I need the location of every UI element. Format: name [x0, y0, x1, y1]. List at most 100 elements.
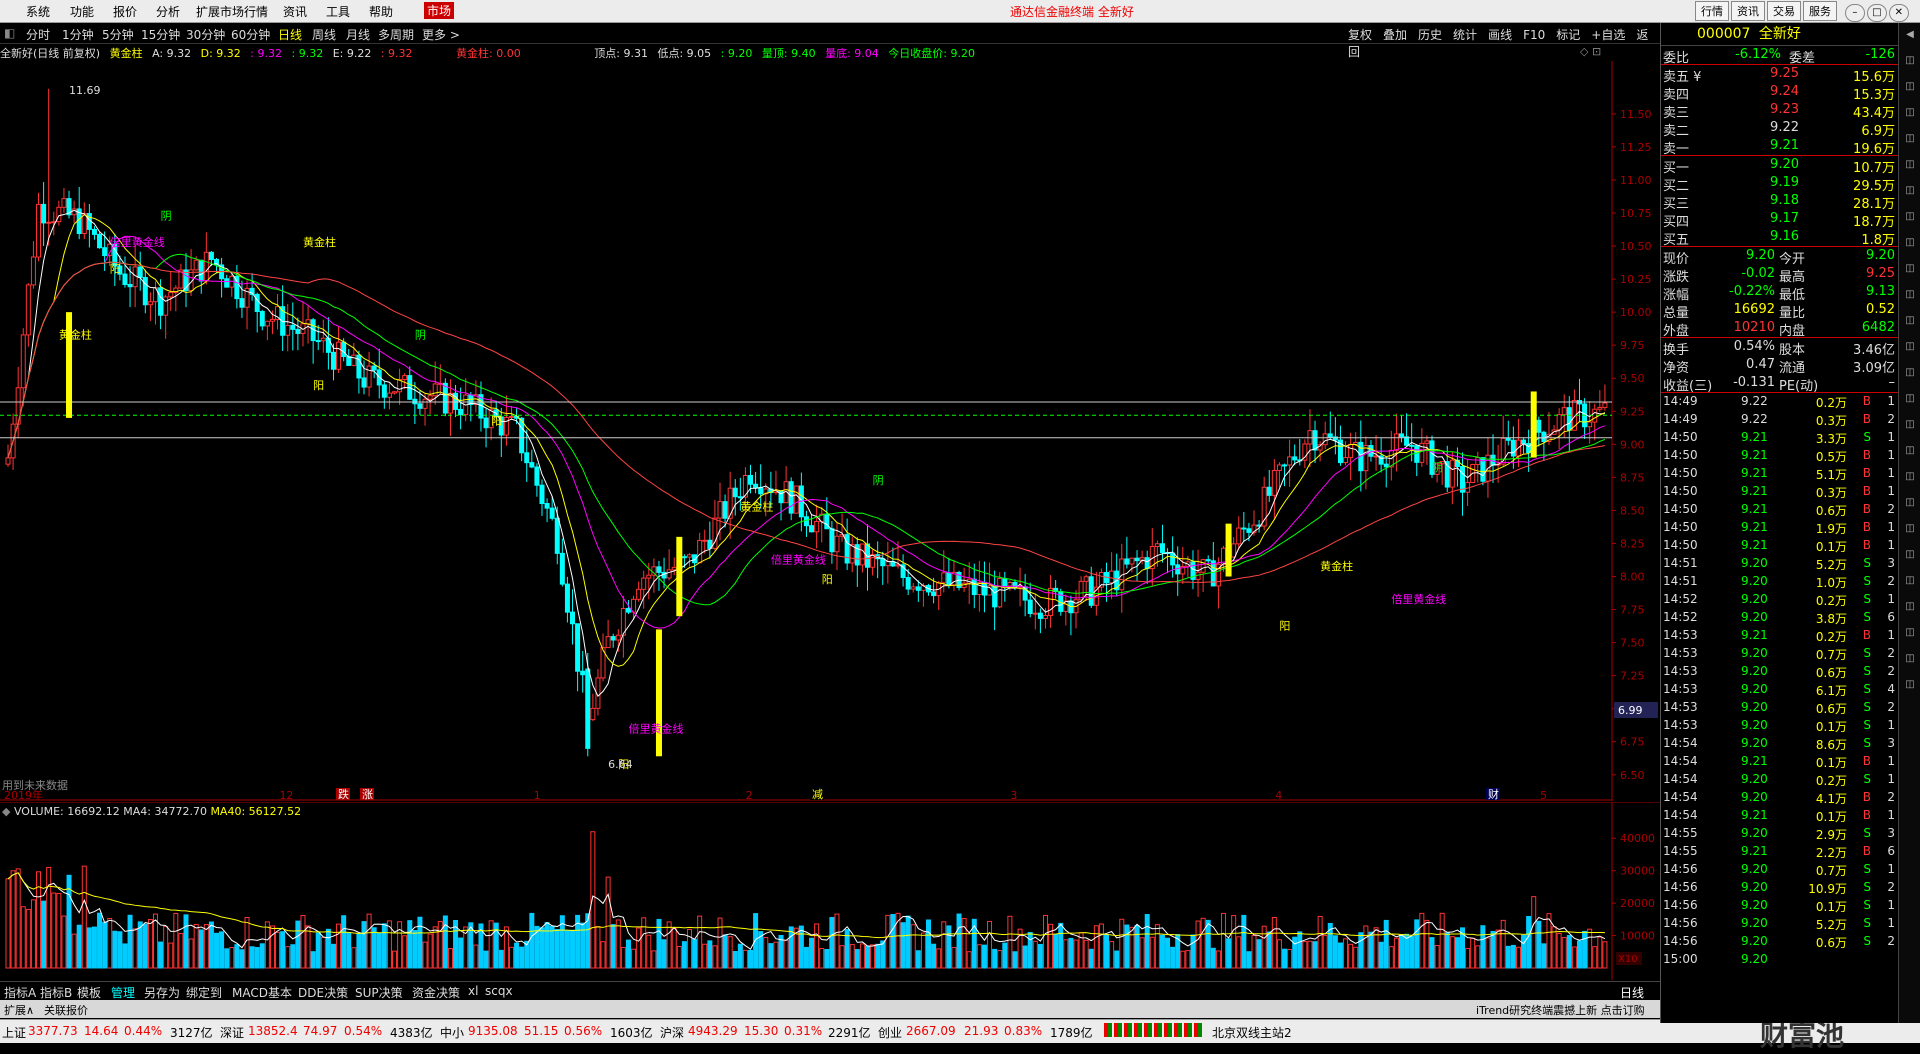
tab-manage[interactable]: 管理: [111, 984, 135, 1001]
sidebar-tool-icon[interactable]: ◫: [1902, 497, 1918, 511]
sidebar-tool-icon[interactable]: ◫: [1902, 523, 1918, 537]
period-15min[interactable]: 15分钟: [141, 26, 180, 43]
sidebar-tool-icon[interactable]: ◫: [1902, 237, 1918, 251]
index-cy-name[interactable]: 创业: [878, 1024, 902, 1041]
sidebar-tool-icon[interactable]: ◫: [1902, 263, 1918, 277]
sidebar-tool-icon[interactable]: ◫: [1902, 471, 1918, 485]
sidebar-tool-icon[interactable]: ◫: [1902, 289, 1918, 303]
menu-analysis[interactable]: 分析: [156, 3, 180, 20]
period-monthly[interactable]: 月线: [346, 26, 370, 43]
indicator-name[interactable]: 黄金柱: [110, 47, 143, 60]
sidebar-tool-icon[interactable]: ◫: [1902, 679, 1918, 693]
sidebar-tool-icon[interactable]: ◫: [1902, 367, 1918, 381]
tool-f10[interactable]: F10: [1523, 28, 1545, 42]
index-sz-name[interactable]: 深证: [220, 1024, 244, 1041]
quote-button[interactable]: 行情: [1695, 1, 1729, 21]
period-fenshi[interactable]: 分时: [26, 26, 50, 43]
tab-fund[interactable]: 资金决策: [412, 984, 460, 1001]
sidebar-tool-icon[interactable]: ◫: [1902, 445, 1918, 459]
sidebar-tool-icon[interactable]: ◫: [1902, 315, 1918, 329]
sidebar-tool-icon[interactable]: ◫: [1902, 393, 1918, 407]
service-button[interactable]: 服务: [1803, 1, 1837, 21]
expand-button[interactable]: 扩展∧: [4, 1002, 34, 1018]
volume-bar: [885, 914, 891, 969]
sidebar-tool-icon[interactable]: ◫: [1902, 575, 1918, 589]
volume-bar: [437, 921, 443, 969]
sidebar-tool-icon[interactable]: ◀: [1902, 29, 1918, 43]
sidebar-tool-icon[interactable]: ◫: [1902, 133, 1918, 147]
sidebar-tool-icon[interactable]: ◫: [1902, 419, 1918, 433]
sidebar-tool-icon[interactable]: ◫: [1902, 159, 1918, 173]
tab-bind-to[interactable]: 绑定到: [186, 984, 222, 1001]
tool-fuquan[interactable]: 复权: [1348, 28, 1372, 42]
sidebar-tool-icon[interactable]: ◫: [1902, 653, 1918, 667]
tab-template[interactable]: 模板: [77, 984, 101, 1001]
volume-bar: [1561, 937, 1567, 969]
trade-button[interactable]: 交易: [1767, 1, 1801, 21]
tab-sup[interactable]: SUP决策: [355, 984, 403, 1001]
volume-bar: [1114, 950, 1120, 969]
panel-toggle-icon[interactable]: ◧: [4, 26, 15, 40]
tab-scqx[interactable]: scqx: [485, 984, 513, 998]
sidebar-tool-icon[interactable]: ◫: [1902, 341, 1918, 355]
volume-chart[interactable]: 40000 30000 20000 10000 X10: [0, 802, 1660, 980]
sidebar-tool-icon[interactable]: ◫: [1902, 601, 1918, 615]
tool-mark[interactable]: 标记: [1556, 28, 1580, 42]
sidebar-tool-icon[interactable]: ◫: [1902, 81, 1918, 95]
minimize-icon[interactable]: –: [1844, 4, 1865, 22]
sidebar-tool-icon[interactable]: ◫: [1902, 107, 1918, 121]
tool-history[interactable]: 历史: [1418, 28, 1442, 42]
tab-dde[interactable]: DDE决策: [298, 984, 348, 1001]
tick-volume: 0.6万: [1815, 666, 1847, 680]
tool-stats[interactable]: 统计: [1453, 28, 1477, 42]
buy-price: 9.17: [1770, 211, 1799, 226]
maximize-icon[interactable]: □: [1866, 4, 1887, 22]
period-30min[interactable]: 30分钟: [186, 26, 225, 43]
menu-function[interactable]: 功能: [70, 3, 94, 20]
tool-overlay[interactable]: 叠加: [1383, 28, 1407, 42]
sidebar-tool-icon[interactable]: ◫: [1902, 185, 1918, 199]
period-1min[interactable]: 1分钟: [62, 26, 94, 43]
sidebar-tool-icon[interactable]: ◫: [1902, 627, 1918, 641]
menu-tools[interactable]: 工具: [326, 3, 350, 20]
news-ticker[interactable]: iTrend研究终端震撼上新 点击订购: [1476, 1002, 1645, 1018]
index-zx-name[interactable]: 中小: [440, 1024, 464, 1041]
candle-body: [361, 377, 367, 388]
tab-indicator-b[interactable]: 指标B: [40, 984, 72, 1001]
volume-bar: [615, 919, 621, 969]
volume-bar: [142, 923, 148, 969]
tick-list[interactable]: 14:49 9.22 0.2万 B 1 14:49 9.22 0.3万 B 2 14:50 9.21 3…: [1661, 392, 1899, 969]
tab-indicator-a[interactable]: 指标A: [4, 984, 36, 1001]
volume-collapse-icon[interactable]: ◆: [2, 805, 10, 818]
tool-add-watchlist[interactable]: +自选: [1591, 28, 1625, 42]
sidebar-tool-icon[interactable]: ◫: [1902, 211, 1918, 225]
sidebar-tool-icon[interactable]: ◫: [1902, 549, 1918, 563]
menu-system[interactable]: 系统: [26, 3, 50, 20]
menu-quote[interactable]: 报价: [113, 3, 137, 20]
tick-time: 14:50: [1663, 430, 1698, 444]
candlestick-chart[interactable]: 11.50 11.25 11.00 10.75 10.50 10.25 10.00 9.75 9…: [0, 61, 1660, 801]
sidebar-tool-icon[interactable]: ◫: [1902, 55, 1918, 69]
menu-extended-market[interactable]: 扩展市场行情: [196, 3, 268, 20]
tab-xl[interactable]: xl: [468, 984, 478, 998]
menu-market[interactable]: 市场: [424, 2, 455, 19]
menu-help[interactable]: 帮助: [369, 3, 393, 20]
index-sh-name[interactable]: 上证: [2, 1024, 26, 1041]
server-name[interactable]: 北京双线主站2: [1212, 1024, 1292, 1041]
period-60min[interactable]: 60分钟: [231, 26, 270, 43]
period-daily[interactable]: 日线: [278, 26, 302, 43]
period-more[interactable]: 更多 >: [422, 26, 460, 43]
tool-draw[interactable]: 画线: [1488, 28, 1512, 42]
info-button[interactable]: 资讯: [1731, 1, 1765, 21]
tab-macd[interactable]: MACD基本: [232, 984, 292, 1001]
chart-settings-icon[interactable]: ◇ ⊡: [1580, 45, 1601, 58]
close-icon[interactable]: ✕: [1888, 4, 1909, 22]
period-multi[interactable]: 多周期: [378, 26, 414, 43]
related-quote-button[interactable]: 关联报价: [44, 1002, 88, 1018]
period-5min[interactable]: 5分钟: [102, 26, 134, 43]
index-hs-name[interactable]: 沪深: [660, 1024, 684, 1041]
period-weekly[interactable]: 周线: [312, 26, 336, 43]
tab-save-as[interactable]: 另存为: [144, 984, 180, 1001]
menu-news[interactable]: 资讯: [283, 3, 307, 20]
bottom-period-label[interactable]: 日线: [1620, 984, 1644, 1001]
